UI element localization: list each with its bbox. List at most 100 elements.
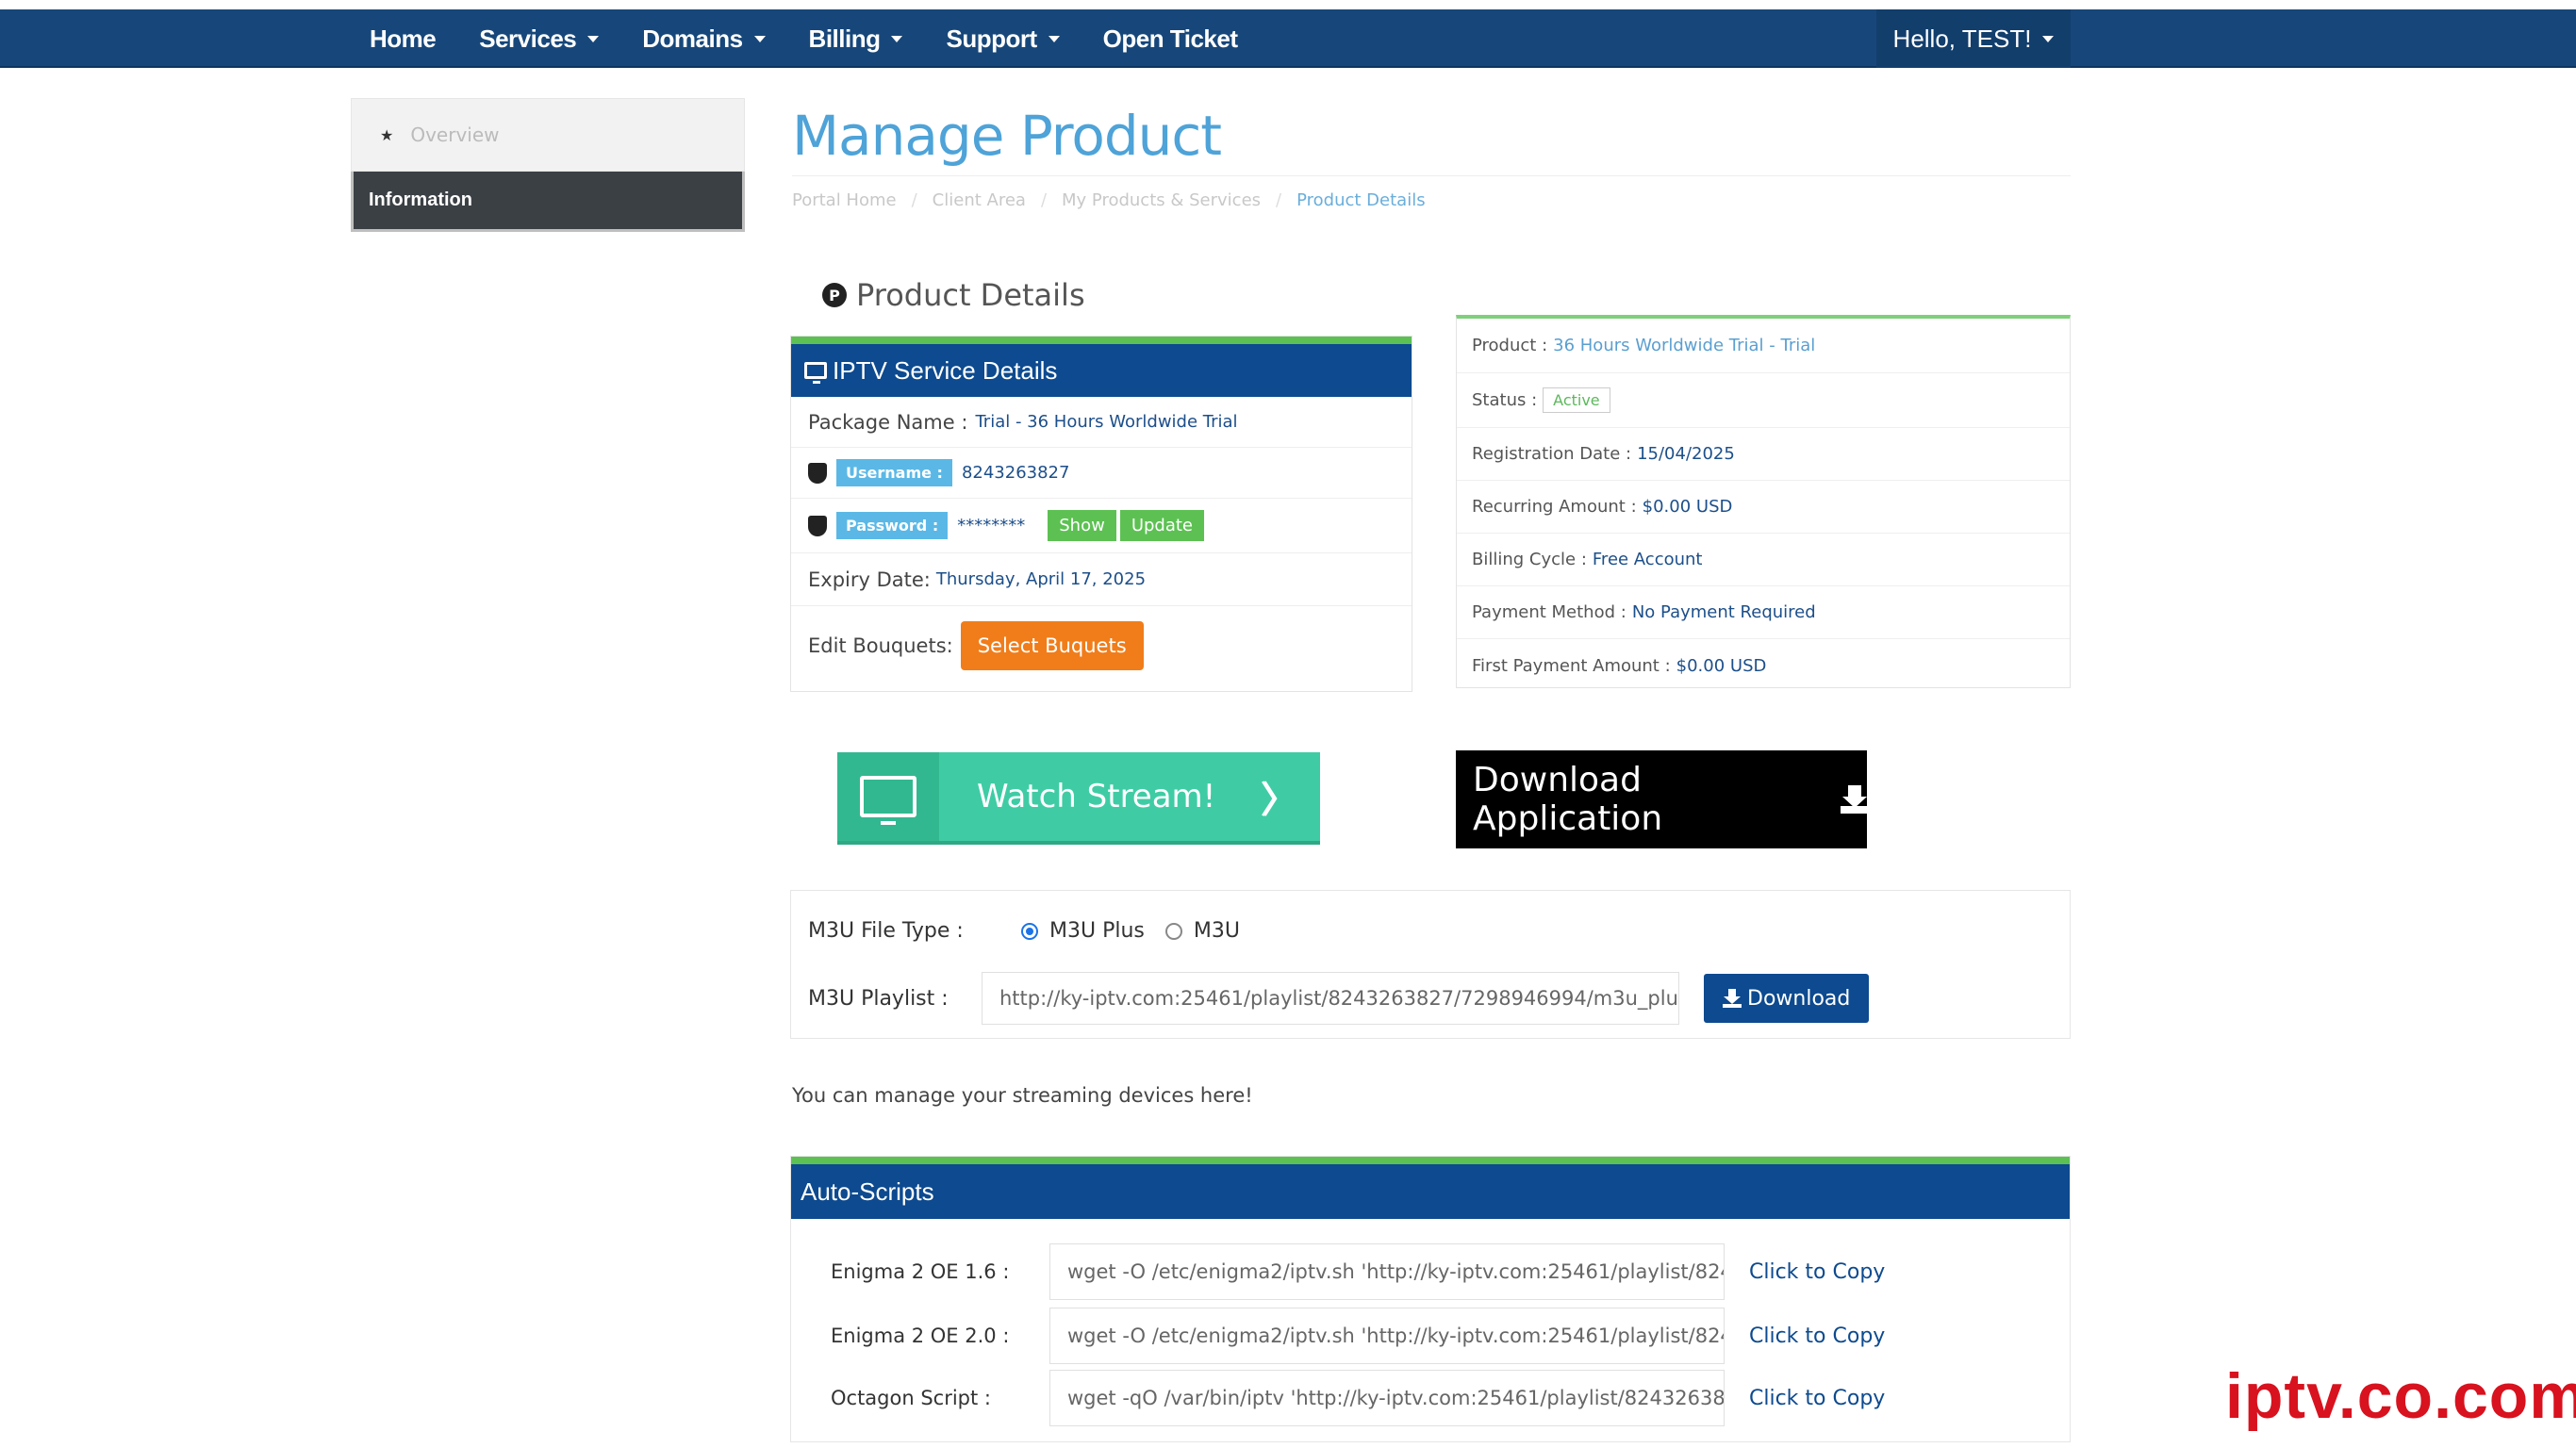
auto-scripts-header: Auto-Scripts <box>791 1157 2070 1219</box>
info-payment-label: Payment Method : <box>1472 602 1627 622</box>
info-first-payment-row: First Payment Amount : $0.00 USD <box>1457 639 2070 692</box>
bouquets-label: Edit Bouquets: <box>808 634 953 657</box>
download-application-button[interactable]: Download Application <box>1456 750 1870 848</box>
info-payment-value: No Payment Required <box>1631 602 1816 622</box>
user-menu[interactable]: Hello, TEST! <box>1876 9 2071 68</box>
title-divider <box>792 175 2071 176</box>
info-payment-row: Payment Method : No Payment Required <box>1457 586 2070 639</box>
script-command-input[interactable]: wget -qO /var/bin/iptv 'http://ky-iptv.c… <box>1049 1370 1725 1426</box>
expiry-label: Expiry Date: <box>808 568 931 591</box>
username-row: Username : 8243263827 <box>791 448 1412 499</box>
nav-home[interactable]: Home <box>370 24 437 54</box>
m3u-plus-label: M3U Plus <box>1049 919 1145 943</box>
show-password-button[interactable]: Show <box>1048 510 1116 541</box>
info-status-label: Status : <box>1472 390 1538 410</box>
copy-link[interactable]: Click to Copy <box>1749 1325 1885 1348</box>
script-row-enigma-16: Enigma 2 OE 1.6 : wget -O /etc/enigma2/i… <box>831 1243 1885 1300</box>
expiry-row: Expiry Date: Thursday, April 17, 2025 <box>791 553 1412 606</box>
breadcrumb-separator: / <box>1040 190 1048 210</box>
script-command-input[interactable]: wget -O /etc/enigma2/iptv.sh 'http://ky-… <box>1049 1308 1725 1364</box>
info-billing-row: Billing Cycle : Free Account <box>1457 534 2070 586</box>
iptv-panel-header: IPTV Service Details <box>791 337 1412 397</box>
breadcrumb-separator: / <box>911 190 917 210</box>
expiry-value: Thursday, April 17, 2025 <box>935 569 1147 589</box>
auto-scripts-panel: Auto-Scripts Enigma 2 OE 1.6 : wget -O /… <box>790 1156 2071 1442</box>
iptv-panel-title: IPTV Service Details <box>833 355 1058 385</box>
nav-services[interactable]: Services <box>479 24 600 54</box>
package-value: Trial - 36 Hours Worldwide Trial <box>975 412 1238 432</box>
select-bouquets-button[interactable]: Select Buquets <box>960 621 1144 670</box>
shield-icon <box>808 515 827 536</box>
info-product-label: Product : <box>1472 336 1548 355</box>
nav-domains-label: Domains <box>642 24 743 53</box>
user-greeting: Hello, TEST! <box>1892 24 2032 53</box>
manage-devices-note: You can manage your streaming devices he… <box>792 1084 1253 1107</box>
radio-m3u-plus[interactable] <box>1021 922 1038 940</box>
info-recurring-value: $0.00 USD <box>1642 497 1733 517</box>
info-first-payment-value: $0.00 USD <box>1676 655 1767 676</box>
m3u-playlist-input[interactable]: http://ky-iptv.com:25461/playlist/824326… <box>982 972 1679 1025</box>
script-name: Enigma 2 OE 2.0 : <box>831 1325 1010 1347</box>
top-nav-bar: Home Services Domains Billing Support Op… <box>0 9 2576 68</box>
sidebar-item-overview[interactable]: ★ Overview <box>351 98 745 172</box>
section-title: Product Details <box>856 277 1085 313</box>
caret-down-icon <box>891 35 903 42</box>
sidebar-item-information[interactable]: Information <box>351 172 745 232</box>
download-icon <box>1723 989 1742 1008</box>
nav-domains[interactable]: Domains <box>642 24 766 54</box>
update-password-button[interactable]: Update <box>1119 510 1205 541</box>
caret-down-icon <box>753 35 766 42</box>
nav-support[interactable]: Support <box>946 24 1060 54</box>
star-icon: ★ <box>380 125 394 144</box>
main-nav: Home Services Domains Billing Support Op… <box>370 9 1281 68</box>
m3u-playlist-label: M3U Playlist : <box>808 986 949 1011</box>
nav-open-ticket-label: Open Ticket <box>1102 24 1238 53</box>
nav-billing-label: Billing <box>808 24 881 53</box>
breadcrumb-portal-home[interactable]: Portal Home <box>792 190 897 210</box>
watch-icon-box <box>837 752 939 841</box>
iptv-service-panel: IPTV Service Details Package Name : Tria… <box>790 336 1412 692</box>
info-product-value: 36 Hours Worldwide Trial - Trial <box>1553 336 1816 355</box>
script-name: Octagon Script : <box>831 1387 991 1409</box>
breadcrumb-my-products[interactable]: My Products & Services <box>1062 190 1261 210</box>
nav-home-label: Home <box>370 24 437 53</box>
nav-support-label: Support <box>946 24 1037 53</box>
password-row: Password : ******** Show Update <box>791 499 1412 553</box>
info-product-row: Product : 36 Hours Worldwide Trial - Tri… <box>1457 319 2070 373</box>
radio-m3u[interactable] <box>1164 922 1182 940</box>
watermark-text: iptv.co.com <box>2225 1360 2576 1432</box>
breadcrumb: Portal Home / Client Area / My Products … <box>792 190 1458 210</box>
package-label: Package Name : <box>808 410 968 434</box>
nav-services-label: Services <box>479 24 577 53</box>
copy-link[interactable]: Click to Copy <box>1749 1387 1885 1410</box>
script-row-octagon: Octagon Script : wget -qO /var/bin/iptv … <box>831 1370 1885 1426</box>
product-info-panel: Product : 36 Hours Worldwide Trial - Tri… <box>1456 315 2071 688</box>
m3u-playlist-row: M3U Playlist : http://ky-iptv.com:25461/… <box>808 972 1870 1025</box>
m3u-panel: M3U File Type : M3U Plus M3U M3U Playlis… <box>790 890 2071 1039</box>
section-heading: P Product Details <box>822 277 1085 313</box>
copy-link[interactable]: Click to Copy <box>1749 1260 1885 1284</box>
double-chevron-right-icon: 〉〉 <box>1260 779 1299 822</box>
m3u-download-button[interactable]: Download <box>1704 974 1870 1023</box>
watch-stream-button[interactable]: Watch Stream! 〉〉 <box>837 752 1320 845</box>
page-title: Manage Product <box>792 104 1222 168</box>
info-billing-label: Billing Cycle : <box>1472 550 1587 569</box>
caret-down-icon <box>587 35 600 42</box>
sidebar-item-label: Information <box>369 189 472 210</box>
info-registration-row: Registration Date : 15/04/2025 <box>1457 428 2070 481</box>
info-billing-value: Free Account <box>1592 550 1703 569</box>
package-row: Package Name : Trial - 36 Hours Worldwid… <box>791 397 1412 448</box>
script-name: Enigma 2 OE 1.6 : <box>831 1260 1010 1283</box>
nav-billing[interactable]: Billing <box>809 25 903 54</box>
product-icon: P <box>822 283 847 307</box>
sidebar-item-label: Overview <box>410 123 500 146</box>
password-value: ******** <box>957 516 1026 535</box>
username-value: 8243263827 <box>961 463 1070 483</box>
info-recurring-row: Recurring Amount : $0.00 USD <box>1457 481 2070 534</box>
info-registration-label: Registration Date : <box>1472 444 1632 464</box>
tv-icon <box>860 776 916 825</box>
script-command-input[interactable]: wget -O /etc/enigma2/iptv.sh 'http://ky-… <box>1049 1243 1725 1300</box>
auto-scripts-title: Auto-Scripts <box>801 1176 934 1206</box>
breadcrumb-client-area[interactable]: Client Area <box>933 190 1026 210</box>
nav-open-ticket[interactable]: Open Ticket <box>1103 25 1238 54</box>
